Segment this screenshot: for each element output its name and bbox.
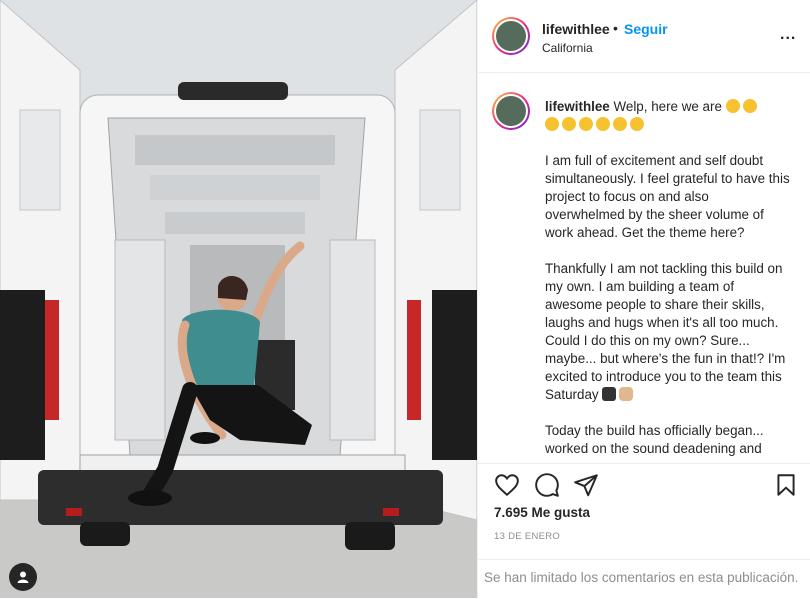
more-options-icon[interactable]: ...: [780, 26, 796, 44]
bookmark-icon[interactable]: [773, 472, 799, 498]
post-photo[interactable]: [0, 0, 477, 598]
location-link[interactable]: California: [542, 41, 593, 55]
likes-count[interactable]: 7.695 Me gusta: [494, 505, 590, 520]
caption-paragraph-1: I am full of excitement and self doubt s…: [545, 153, 794, 240]
share-icon[interactable]: [573, 472, 599, 498]
comments-disabled-notice: Se han limitado los comentarios en esta …: [478, 559, 810, 599]
sunglasses-emoji-icon: [596, 117, 610, 131]
caption-area[interactable]: lifewithlee Welp, here we are I am full …: [478, 73, 810, 463]
grimace-emoji-icon: [545, 117, 559, 131]
post-header: lifewithlee • Seguir California ...: [478, 0, 810, 73]
comment-icon[interactable]: [534, 472, 560, 498]
caption-paragraph-3: Today the build has officially began... …: [545, 423, 768, 456]
post-details-panel: lifewithlee • Seguir California ... life…: [477, 0, 810, 598]
follow-button[interactable]: Seguir: [624, 21, 668, 37]
smiling-emoji-icon: [725, 99, 740, 113]
caption-intro: Welp, here we are: [613, 99, 722, 114]
laughing-emoji-icon: [630, 117, 644, 131]
caption-paragraph-2-text: Thankfully I am not tackling this build …: [545, 261, 790, 402]
caption-paragraph-2: Thankfully I am not tackling this build …: [545, 260, 790, 404]
caption-text: lifewithlee Welp, here we are I am full …: [545, 98, 790, 463]
van-photo-illustration: [0, 0, 477, 598]
author-username-link[interactable]: lifewithlee: [542, 21, 610, 37]
upside-down-emoji-icon: [562, 117, 576, 131]
heart-eyes-emoji-icon: [742, 99, 757, 113]
post-date[interactable]: 13 DE ENERO: [494, 531, 560, 542]
camera-emoji-icon: [602, 387, 617, 401]
caption-author-avatar[interactable]: [492, 92, 530, 130]
separator-dot: •: [613, 20, 618, 36]
author-avatar[interactable]: [492, 17, 530, 55]
heart-icon[interactable]: [494, 472, 520, 498]
tongue-emoji-icon: [613, 117, 627, 131]
peace-hand-emoji-icon: [619, 387, 634, 401]
caption-username-link[interactable]: lifewithlee: [545, 99, 610, 114]
user-tag-icon[interactable]: [9, 563, 37, 591]
grinning-emoji-icon: [579, 117, 593, 131]
post-actions: 7.695 Me gusta 13 DE ENERO Se han limita…: [478, 463, 810, 598]
